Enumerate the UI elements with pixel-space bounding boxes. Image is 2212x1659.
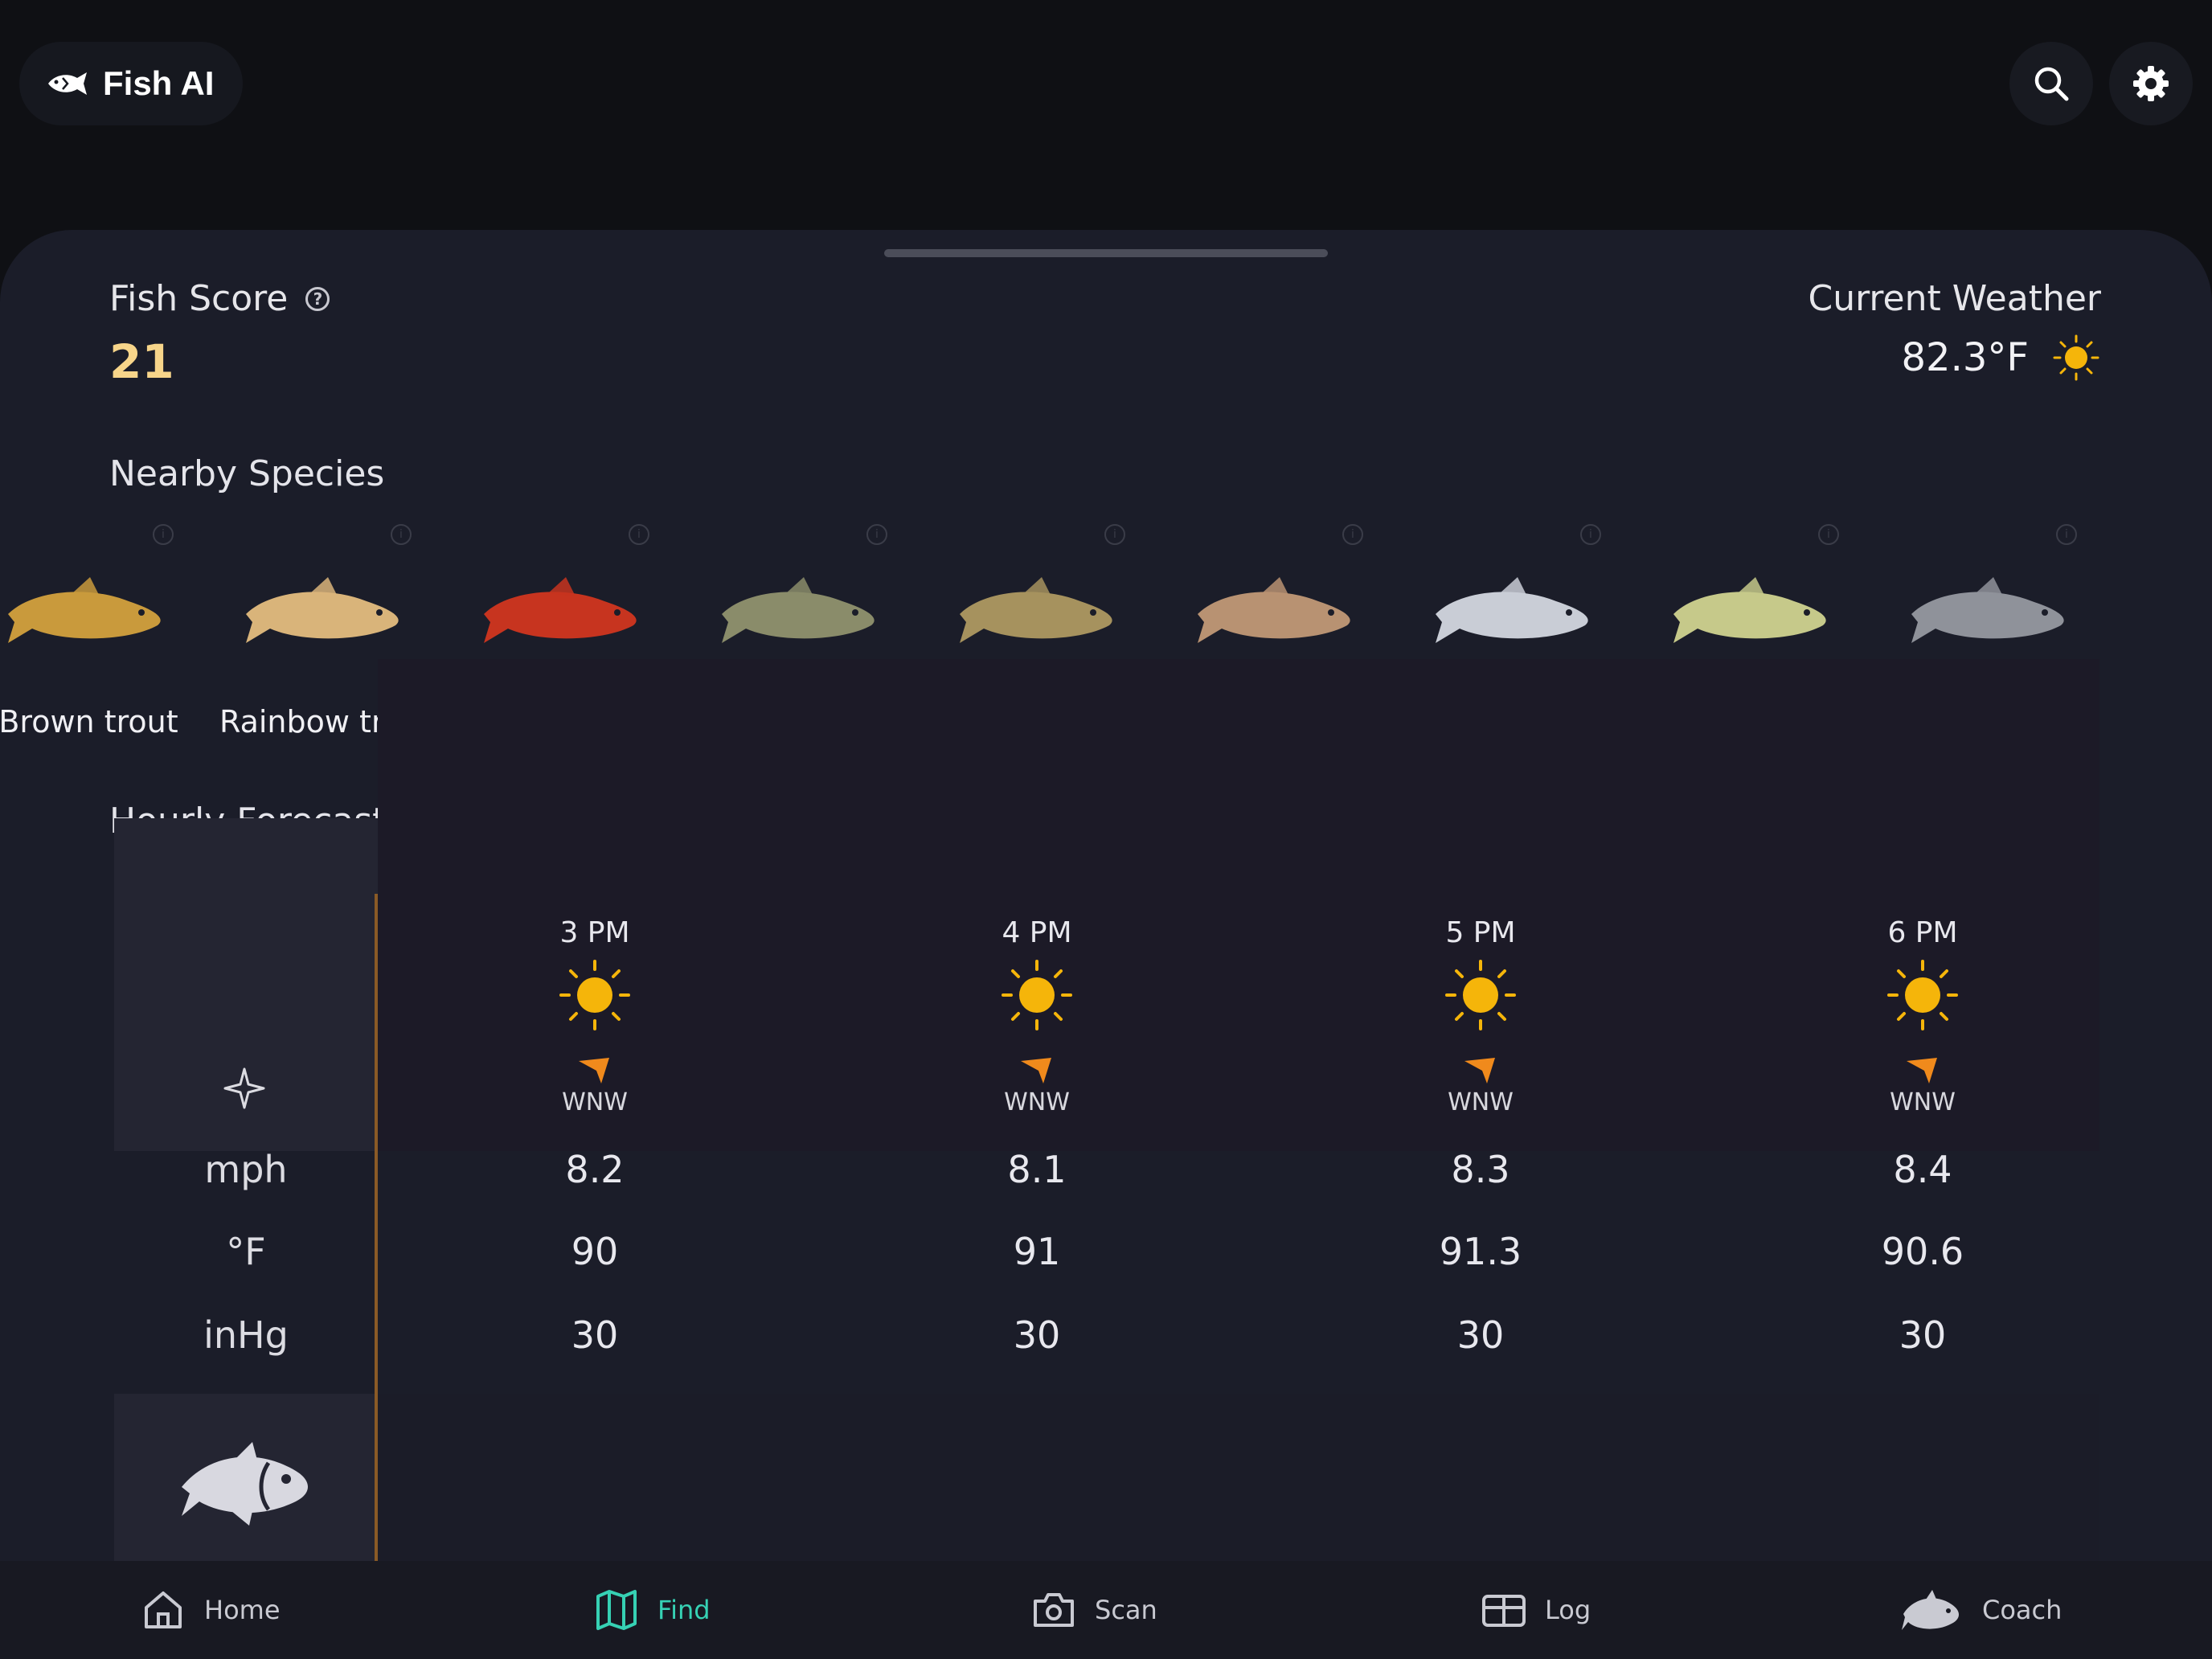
camera-icon xyxy=(1034,1593,1074,1627)
pressure-value: 30 xyxy=(1899,1313,1947,1357)
gear-icon xyxy=(2133,66,2169,101)
info-icon[interactable]: i xyxy=(1580,524,1601,545)
fish-score-value: 21 xyxy=(109,334,174,389)
fish-coach-icon xyxy=(1902,1590,1959,1630)
info-icon[interactable]: i xyxy=(1104,524,1125,545)
fish-icon xyxy=(722,577,875,643)
help-icon[interactable]: ? xyxy=(305,286,330,311)
info-icon[interactable]: i xyxy=(1818,524,1839,545)
nearby-species-title: Nearby Species xyxy=(109,453,385,494)
forecast-time: 6 PM xyxy=(1887,916,1958,949)
temperature-value: 90.6 xyxy=(1881,1230,1964,1273)
forecast-hour-column: 5 PM WNW 8.3 91.3 30 xyxy=(1360,881,1601,1373)
info-icon[interactable]: i xyxy=(866,524,887,545)
current-weather-label: Current Weather xyxy=(1808,278,2101,319)
forecast-time: 3 PM xyxy=(559,916,630,949)
wind-arrow-icon xyxy=(1021,1058,1051,1083)
species-item[interactable]: i Brown trout xyxy=(0,524,201,797)
nav-home[interactable]: Home xyxy=(140,1561,281,1659)
info-icon[interactable]: i xyxy=(153,524,174,545)
species-name: Brown trout xyxy=(0,704,178,739)
sun-icon xyxy=(1000,958,1074,1032)
sun-icon xyxy=(1444,958,1518,1032)
temperature-unit: °F xyxy=(226,1230,266,1273)
fish-icon xyxy=(1673,577,1826,643)
wind-direction: WNW xyxy=(1890,1088,1956,1116)
log-icon xyxy=(1482,1595,1526,1627)
fish-activity-divider xyxy=(375,1394,378,1561)
sun-icon xyxy=(1886,958,1960,1032)
pressure-unit: inHg xyxy=(203,1313,289,1357)
search-button[interactable] xyxy=(2009,42,2093,125)
nav-coach[interactable]: Coach xyxy=(1900,1561,2062,1659)
forecast-time: 5 PM xyxy=(1445,916,1516,949)
fish-icon xyxy=(1911,577,2064,643)
wind-speed-value: 8.2 xyxy=(565,1148,625,1191)
bottom-navigation: Home Find Scan Log Coach xyxy=(0,1561,2212,1659)
wind-direction: WNW xyxy=(562,1088,628,1116)
forecast-hour-column: 4 PM WNW 8.1 91 30 xyxy=(916,881,1157,1373)
forecast-time: 4 PM xyxy=(1002,916,1072,949)
wind-speed-value: 8.1 xyxy=(1007,1148,1067,1191)
fish-activity-label xyxy=(114,1394,378,1561)
fish-icon xyxy=(1198,577,1350,643)
forecast-hour-column: 3 PM WNW 8.2 90 30 xyxy=(474,881,715,1373)
forecast-hour-column: 6 PM WNW 8.4 90.6 30 xyxy=(1802,881,2043,1373)
wind-speed-value: 8.3 xyxy=(1451,1148,1510,1191)
pressure-value: 30 xyxy=(1456,1313,1505,1357)
wind-arrow-icon xyxy=(1464,1058,1495,1083)
info-icon[interactable]: i xyxy=(629,524,649,545)
search-icon xyxy=(2034,67,2069,101)
fish-icon xyxy=(484,577,637,643)
info-icon[interactable]: i xyxy=(2056,524,2077,545)
fish-logo-icon xyxy=(47,70,90,97)
fish-activity-icon xyxy=(182,1442,308,1526)
app-name: Fish AI xyxy=(103,64,215,102)
info-icon[interactable]: i xyxy=(1342,524,1363,545)
sheet-drag-handle[interactable] xyxy=(884,249,1328,257)
temperature-value: 91.3 xyxy=(1439,1230,1522,1273)
nav-scan[interactable]: Scan xyxy=(1030,1561,1157,1659)
wind-direction: WNW xyxy=(1448,1088,1514,1116)
temperature-value: 90 xyxy=(571,1230,619,1273)
fish-score-label: Fish Score ? xyxy=(109,278,330,319)
fish-icon xyxy=(246,577,399,643)
pressure-value: 30 xyxy=(571,1313,619,1357)
wind-direction: WNW xyxy=(1004,1088,1070,1116)
sun-icon xyxy=(558,958,632,1032)
temperature-value: 91 xyxy=(1013,1230,1061,1273)
settings-button[interactable] xyxy=(2109,42,2193,125)
sun-icon xyxy=(2051,333,2101,383)
wind-arrow-icon xyxy=(579,1058,609,1083)
info-icon[interactable]: i xyxy=(391,524,412,545)
app-brand[interactable]: Fish AI xyxy=(19,42,243,125)
fish-icon xyxy=(8,577,161,643)
home-icon xyxy=(145,1591,182,1628)
nav-find[interactable]: Find xyxy=(593,1561,711,1659)
wind-direction-icon xyxy=(223,1067,265,1109)
fish-activity-panel xyxy=(378,1394,2099,1561)
fish-icon xyxy=(1436,577,1588,643)
current-weather: 82.3°F xyxy=(1902,333,2101,383)
pressure-value: 30 xyxy=(1013,1313,1061,1357)
wind-speed-value: 8.4 xyxy=(1893,1148,1952,1191)
wind-speed-unit: mph xyxy=(204,1148,288,1191)
current-temperature: 82.3°F xyxy=(1901,335,2029,380)
wind-arrow-icon xyxy=(1907,1058,1937,1083)
map-icon xyxy=(596,1590,637,1630)
nav-log[interactable]: Log xyxy=(1481,1561,1591,1659)
fish-icon xyxy=(960,577,1112,643)
